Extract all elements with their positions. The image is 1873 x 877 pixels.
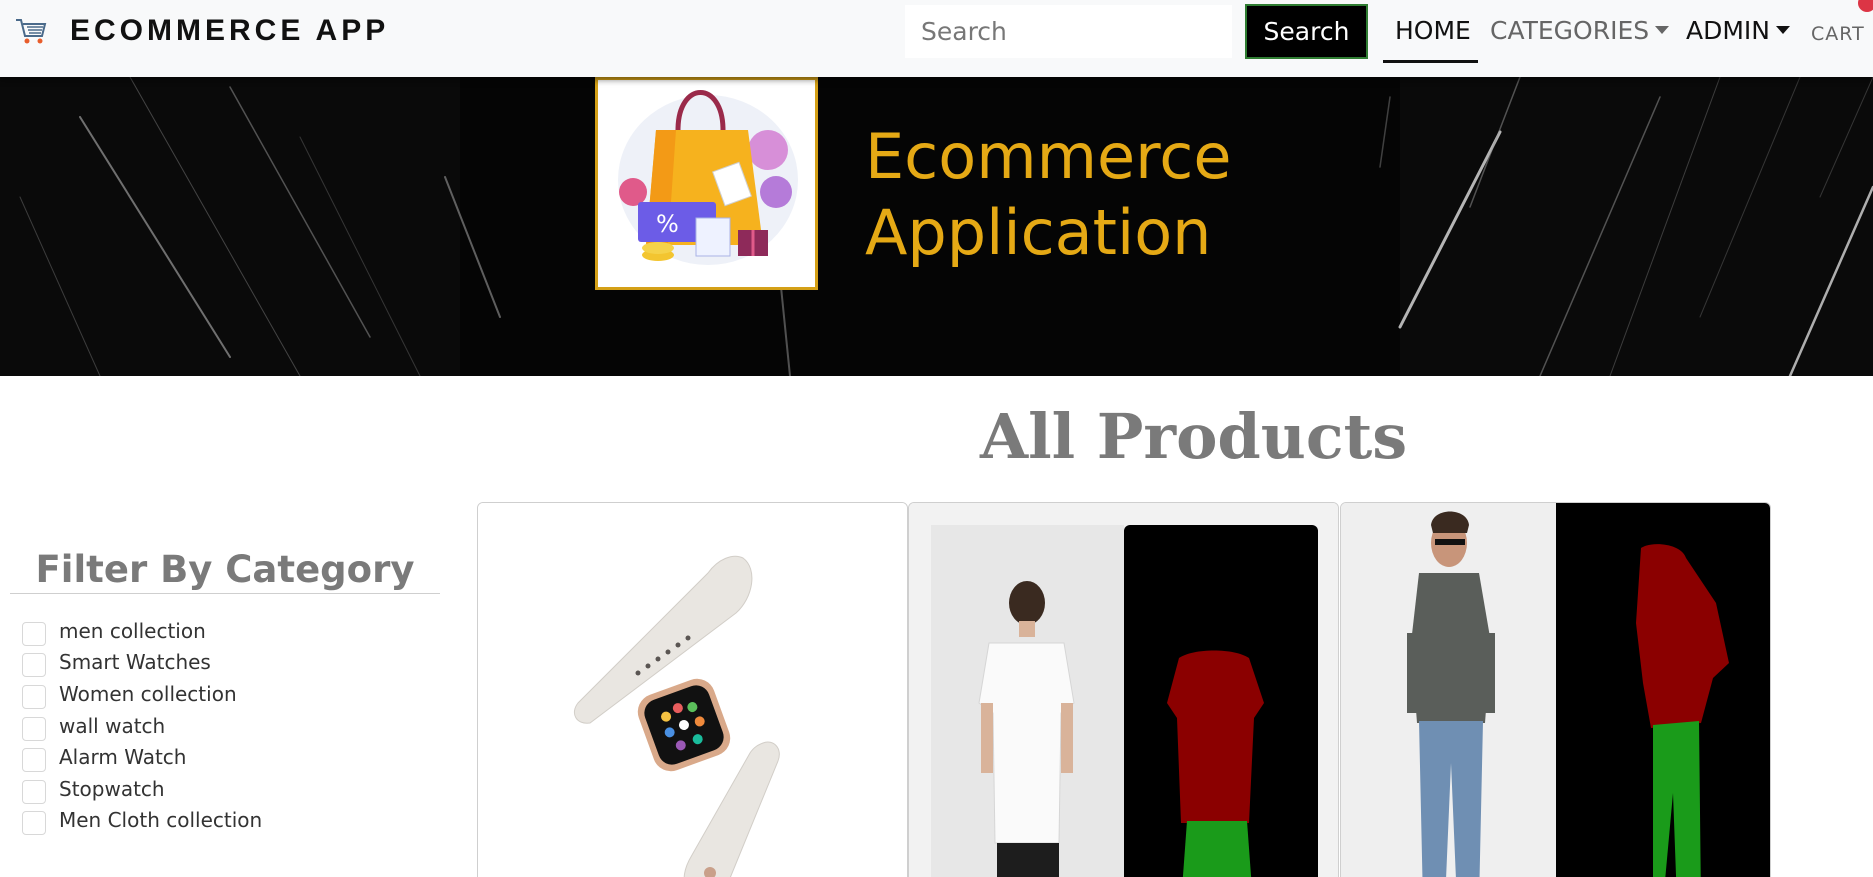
category-filter-item[interactable]: men collection (22, 615, 262, 647)
caret-down-icon (1655, 26, 1670, 34)
caret-down-icon (1776, 26, 1790, 34)
banner-logo: % (595, 77, 818, 290)
category-checkbox[interactable] (22, 684, 46, 709)
category-label: men collection (59, 618, 206, 643)
banner-logo-badge: % (656, 210, 679, 238)
nav-cart-label: CART (1811, 23, 1865, 45)
product-card[interactable] (477, 502, 908, 877)
nav-home[interactable]: HOME (1395, 14, 1471, 46)
category-checkbox[interactable] (22, 621, 46, 646)
nav-home-label: HOME (1395, 15, 1471, 45)
cart-count-badge (1858, 0, 1873, 12)
nav-categories-label: CATEGORIES (1490, 15, 1650, 45)
nav-admin-dropdown[interactable]: ADMIN (1686, 14, 1790, 46)
product-card[interactable] (908, 502, 1339, 877)
category-checkbox[interactable] (22, 716, 46, 741)
category-checkbox[interactable] (22, 811, 46, 836)
category-checkbox[interactable] (22, 779, 46, 804)
category-label: Men Cloth collection (59, 808, 263, 833)
category-label: Women collection (59, 681, 237, 706)
category-filter-item[interactable]: Women collection (22, 678, 262, 710)
filter-title: Filter By Category (35, 548, 415, 591)
banner-title-line1: Ecommerce (865, 120, 1232, 193)
category-label: Alarm Watch (59, 745, 187, 770)
category-filter-item[interactable]: wall watch (22, 710, 262, 742)
product-card[interactable] (1340, 502, 1771, 877)
category-filter-item[interactable]: Stopwatch (22, 773, 262, 805)
shopping-bag-icon: % (618, 90, 798, 265)
category-label: Stopwatch (59, 776, 165, 801)
nav-cart[interactable]: CART (1811, 18, 1865, 50)
banner-title: Ecommerce Application (865, 119, 1232, 271)
category-filter-item[interactable]: Smart Watches (22, 647, 262, 679)
shopping-cart-icon (16, 19, 47, 44)
product-image-tshirt-segmentation (909, 503, 1338, 877)
hero-banner: % Ecommerce Application (0, 77, 1873, 376)
brand-name: ECOMMERCE APP (70, 14, 390, 47)
brand[interactable]: ECOMMERCE APP (14, 14, 389, 48)
nav-categories-dropdown[interactable]: CATEGORIES (1490, 14, 1670, 46)
page-title: All Products (980, 400, 1408, 473)
navbar: ECOMMERCE APP Search HOME CATEGORIES ADM… (0, 0, 1873, 77)
product-image-smartwatch (478, 503, 907, 877)
category-checkbox[interactable] (22, 748, 46, 773)
nav-admin-label: ADMIN (1686, 15, 1770, 45)
active-nav-indicator (1383, 60, 1478, 63)
filter-divider (10, 593, 440, 594)
category-filter-item[interactable]: Men Cloth collection (22, 805, 262, 837)
category-filter-list: men collection Smart Watches Women colle… (22, 615, 262, 836)
category-filter-item[interactable]: Alarm Watch (22, 741, 262, 773)
category-checkbox[interactable] (22, 653, 46, 678)
banner-title-line2: Application (865, 196, 1212, 269)
category-label: wall watch (59, 713, 166, 738)
search-button[interactable]: Search (1245, 4, 1368, 59)
search-input[interactable] (905, 5, 1232, 58)
product-image-shirt-jeans-segmentation (1341, 503, 1770, 877)
category-label: Smart Watches (59, 650, 211, 675)
